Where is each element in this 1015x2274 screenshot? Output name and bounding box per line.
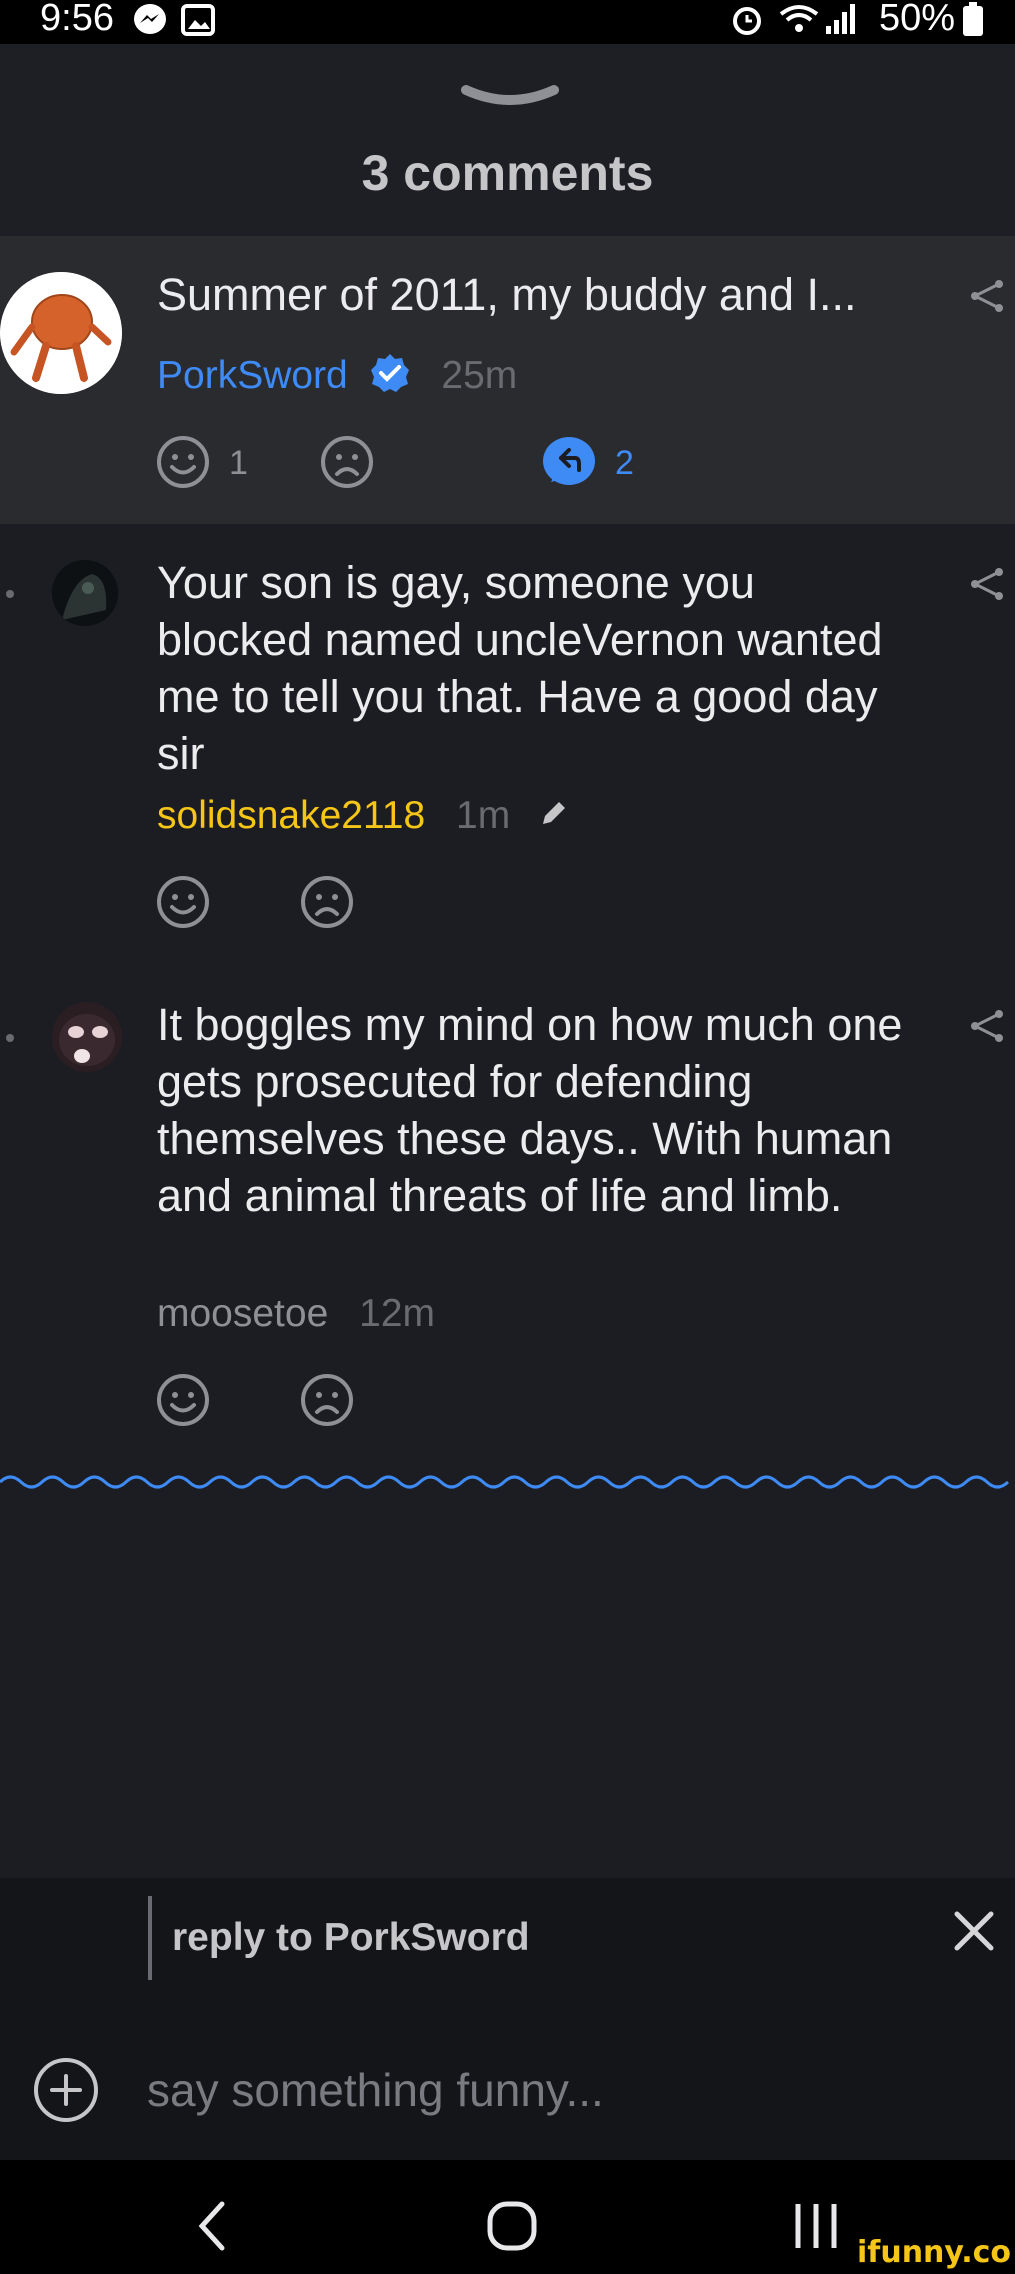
recents-icon[interactable] [790,2200,842,2257]
comment-author[interactable]: PorkSword [157,354,348,397]
gallery-icon [180,2,216,48]
comment-text: It boggles my mind on how much one gets … [157,999,903,1221]
comment-author[interactable]: moosetoe [157,1292,328,1335]
messenger-icon [132,2,168,48]
comment-text: Your son is gay, someone you blocked nam… [157,557,883,779]
smile-count: 1 [229,444,248,482]
smile-icon[interactable] [155,1372,211,1433]
avatar[interactable] [52,1002,122,1072]
comment-item[interactable]: It boggles my mind on how much one gets … [0,966,1015,1446]
reply-icon[interactable] [541,434,601,495]
unsmile-icon[interactable] [319,434,375,495]
ifunny-watermark: ifunny.co [857,2235,1011,2270]
status-time: 9:56 [40,0,114,39]
comment-item[interactable]: Summer of 2011, my buddy and I... PorkSw… [0,236,1015,524]
comment-actions [155,1372,455,1432]
home-icon[interactable] [486,2200,538,2257]
comment-meta: moosetoe 12m [157,1292,435,1336]
unsmile-icon[interactable] [299,1372,355,1433]
comment-meta: solidsnake2118 1m [157,794,569,840]
back-icon[interactable] [194,2200,230,2257]
edited-pencil-icon [537,796,569,840]
comment-actions: 1 2 [155,434,755,494]
close-icon[interactable] [951,1908,997,1959]
comment-text: Summer of 2011, my buddy and I... [157,269,857,320]
comment-time: 12m [359,1292,435,1335]
unsmile-icon[interactable] [299,874,355,935]
reply-count: 2 [615,444,634,482]
smile-icon[interactable] [155,434,211,495]
battery-icon [962,2,984,48]
share-icon[interactable] [967,276,1007,321]
status-bar: 9:56 50% [0,0,1015,44]
add-attachment-icon[interactable] [32,2056,100,2129]
comments-title: 3 comments [361,145,654,201]
verified-badge-icon [369,352,411,404]
comment-input[interactable] [145,2054,969,2126]
reply-composer: reply to PorkSword [0,1878,1015,2160]
avatar[interactable] [52,560,118,626]
thread-dot [6,590,14,598]
thread-dot [6,1034,14,1042]
system-nav-bar: ifunny.co [0,2160,1015,2274]
reply-to-label: reply to PorkSword [172,1916,530,1959]
loading-wave-divider [0,1470,1015,1505]
smile-icon[interactable] [155,874,211,935]
wifi-icon [778,2,820,46]
signal-icon [824,2,858,46]
reply-indicator-line [148,1896,152,1980]
share-icon[interactable] [967,564,1007,609]
comment-item[interactable]: Your son is gay, someone you blocked nam… [0,524,1015,964]
collapse-chevron-icon[interactable] [460,82,560,117]
comment-input-row [0,2036,1015,2146]
battery-percent: 50% [878,0,955,39]
alarm-icon [730,2,764,46]
avatar[interactable] [0,272,122,394]
comment-author[interactable]: solidsnake2118 [157,794,425,837]
comments-sheet-header: 3 comments [0,44,1015,236]
comment-time: 1m [456,794,511,837]
share-icon[interactable] [967,1006,1007,1051]
comment-meta: PorkSword 25m [157,352,517,404]
comment-actions [155,874,455,934]
comment-time: 25m [441,354,518,397]
